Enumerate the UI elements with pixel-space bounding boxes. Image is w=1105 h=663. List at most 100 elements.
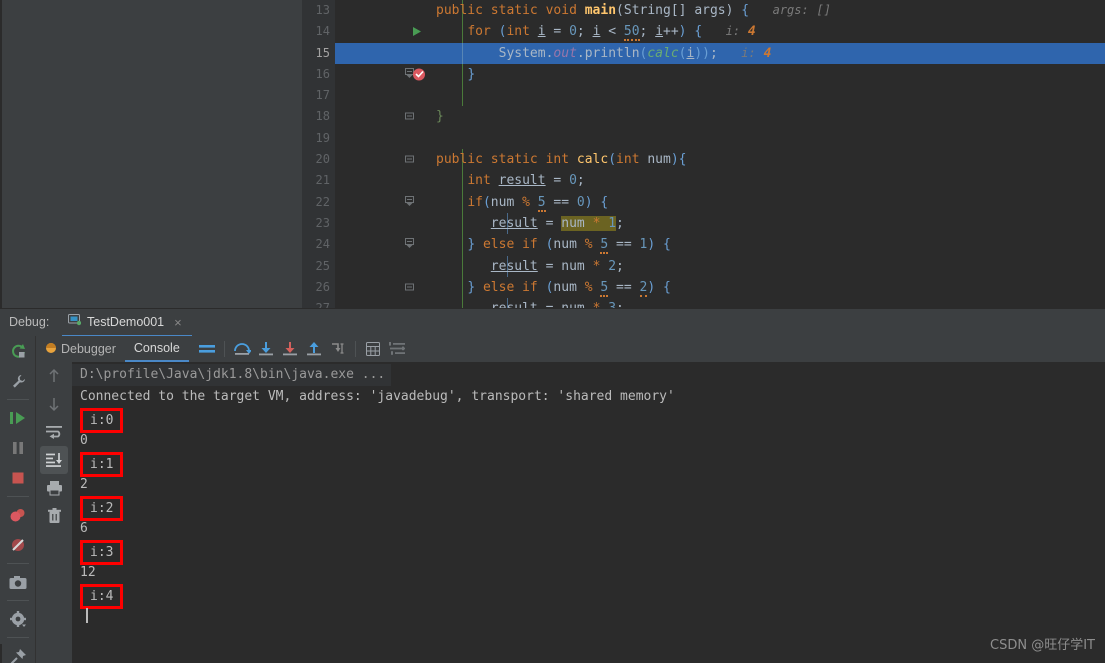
resume-program-icon[interactable] xyxy=(0,403,36,433)
debug-session-icon xyxy=(68,313,82,331)
pause-program-icon[interactable] xyxy=(0,433,36,463)
fold-marker-collapse-down-icon[interactable] xyxy=(402,21,416,78)
toolbar-divider xyxy=(6,563,29,564)
code-line-19[interactable]: 19 xyxy=(302,127,1105,150)
line-number: 17 xyxy=(315,88,330,103)
inline-hint-value: [] xyxy=(816,3,831,17)
code-line-18[interactable]: 18 } xyxy=(302,106,1105,163)
code-line-23[interactable]: 23 result = num * 1; xyxy=(302,212,1105,235)
line-number: 25 xyxy=(315,258,330,273)
fold-marker-collapse-up-icon[interactable] xyxy=(402,106,416,163)
tab-console[interactable]: Console xyxy=(124,336,189,362)
show-execution-point-icon[interactable] xyxy=(195,337,219,361)
code-text: result = num * 2; xyxy=(490,258,624,274)
step-into-icon[interactable] xyxy=(254,337,278,361)
code-line-17[interactable]: 17 xyxy=(302,85,1105,107)
console-connect-line: Connected to the target VM, address: 'ja… xyxy=(80,389,675,404)
line-number: 16 xyxy=(315,66,330,81)
pin-tab-icon[interactable] xyxy=(0,641,36,663)
code-line-24[interactable]: 24 } else if (num % 5 == 1) { xyxy=(302,234,1105,291)
code-text: for (int i = 0; i < 50; i++) { i: 4 xyxy=(467,24,756,42)
settings-gear-icon[interactable] xyxy=(0,604,36,634)
ide-window: 13 public static void main(String[] args… xyxy=(0,0,1105,663)
console-row: 2 xyxy=(80,477,88,492)
inline-hint-value: 4 xyxy=(763,45,772,61)
code-line-21[interactable]: 21 int result = 0; xyxy=(302,170,1105,192)
step-over-icon[interactable] xyxy=(230,337,254,361)
code-text: } else if (num % 5 == 1) { xyxy=(467,237,671,255)
console-row: i:3 xyxy=(72,540,1105,565)
code-text: public static int calc(int num){ xyxy=(436,152,687,168)
console-output[interactable]: D:\profile\Java\jdk1.8\bin\java.exe ... … xyxy=(72,362,1105,663)
soft-wrap-icon[interactable] xyxy=(36,418,72,446)
code-text: } xyxy=(436,109,444,125)
inline-hint-label: args: xyxy=(772,3,809,17)
screenshot-icon[interactable] xyxy=(0,567,36,597)
debug-session-tab[interactable]: TestDemo001 × xyxy=(62,309,192,337)
rerun-icon[interactable] xyxy=(0,336,36,366)
fold-marker-collapse-down-icon[interactable] xyxy=(402,149,416,206)
code-text: System.out.println(calc(i)); i: 4 xyxy=(498,45,772,61)
console-command-row: D:\profile\Java\jdk1.8\bin\java.exe ... xyxy=(72,364,1105,386)
code-editor[interactable]: 13 public static void main(String[] args… xyxy=(302,0,1105,333)
debug-window-label: Debug: xyxy=(9,315,50,329)
edit-configuration-icon[interactable] xyxy=(0,366,36,396)
fold-marker-collapse-up-icon[interactable] xyxy=(402,277,416,333)
inline-hint-label: i: xyxy=(725,24,741,39)
debugger-toolbar: Debugger Console xyxy=(36,336,1105,362)
line-number: 22 xyxy=(315,194,330,209)
stop-program-icon[interactable] xyxy=(0,463,36,493)
debug-titlebar: Debug: TestDemo001 × xyxy=(0,308,1105,337)
code-text: } else if (num % 5 == 2) { xyxy=(467,279,671,297)
console-gutter-toolbar xyxy=(36,362,72,663)
line-number: 14 xyxy=(315,24,330,39)
line-number: 24 xyxy=(315,237,330,252)
tab-debugger[interactable]: Debugger xyxy=(36,336,125,362)
line-number: 13 xyxy=(315,3,330,17)
code-text: result = num * 1; xyxy=(490,215,624,231)
scroll-up-icon[interactable] xyxy=(36,362,72,390)
evaluate-expression-icon[interactable] xyxy=(361,337,385,361)
view-breakpoints-icon[interactable] xyxy=(0,500,36,530)
fold-marker-collapse-up-icon[interactable] xyxy=(402,64,416,120)
code-line-22[interactable]: 22 if(num % 5 == 0) { xyxy=(302,191,1105,249)
code-line-14[interactable]: 14 for (int i = 0; i < 50; i++) { i: 4 xyxy=(302,21,1105,78)
line-number: 15 xyxy=(315,45,330,60)
clear-all-icon[interactable] xyxy=(36,502,72,530)
tab-console-label: Console xyxy=(133,341,180,355)
toolbar-divider xyxy=(223,341,225,357)
fold-marker-collapse-up-icon[interactable] xyxy=(402,234,416,291)
line-number: 19 xyxy=(315,130,330,145)
code-text: public static void main(String[] args) {… xyxy=(436,3,831,18)
print-icon[interactable] xyxy=(36,474,72,502)
console-command-line: D:\profile\Java\jdk1.8\bin\java.exe ... xyxy=(72,364,392,386)
debug-session-title: TestDemo001 xyxy=(87,315,165,329)
watermark: CSDN @旺仔学IT xyxy=(990,638,1095,653)
code-line-13[interactable]: 13 public static void main(String[] args… xyxy=(302,0,1105,57)
code-line-25[interactable]: 25 result = num * 2; xyxy=(302,255,1105,277)
code-line-26[interactable]: 26 } else if (num % 5 == 2) { xyxy=(302,276,1105,333)
settings-list-icon[interactable] xyxy=(385,337,409,361)
force-step-into-icon[interactable] xyxy=(278,337,302,361)
run-to-cursor-icon[interactable] xyxy=(326,337,350,361)
line-number: 21 xyxy=(315,173,330,188)
scroll-to-end-icon[interactable] xyxy=(40,446,68,474)
debug-content: Debugger Console D:\profile\Java\jdk1.8\… xyxy=(36,336,1105,663)
left-empty-panel xyxy=(0,0,302,308)
toolbar-divider xyxy=(6,399,29,400)
toolbar-divider xyxy=(6,637,29,638)
step-out-icon[interactable] xyxy=(302,337,326,361)
mute-breakpoints-icon[interactable] xyxy=(0,530,36,560)
code-text: } xyxy=(467,66,476,82)
tab-debugger-label: Debugger xyxy=(61,342,116,356)
code-line-20[interactable]: 20 public static int calc(int num){ xyxy=(302,149,1105,206)
code-line-15[interactable]: 15 System.out.println(calc(i)); i: 4 xyxy=(302,42,1105,81)
fold-marker-collapse-down-icon[interactable] xyxy=(402,192,416,249)
fold-marker-collapse-down-icon[interactable] xyxy=(402,0,416,57)
code-line-16[interactable]: 16 } xyxy=(302,63,1105,120)
toolbar-divider xyxy=(6,600,29,601)
debugger-icon xyxy=(45,342,57,357)
code-text: if(num % 5 == 0) { xyxy=(467,194,609,212)
close-icon[interactable]: × xyxy=(174,315,182,330)
scroll-down-icon[interactable] xyxy=(36,390,72,418)
